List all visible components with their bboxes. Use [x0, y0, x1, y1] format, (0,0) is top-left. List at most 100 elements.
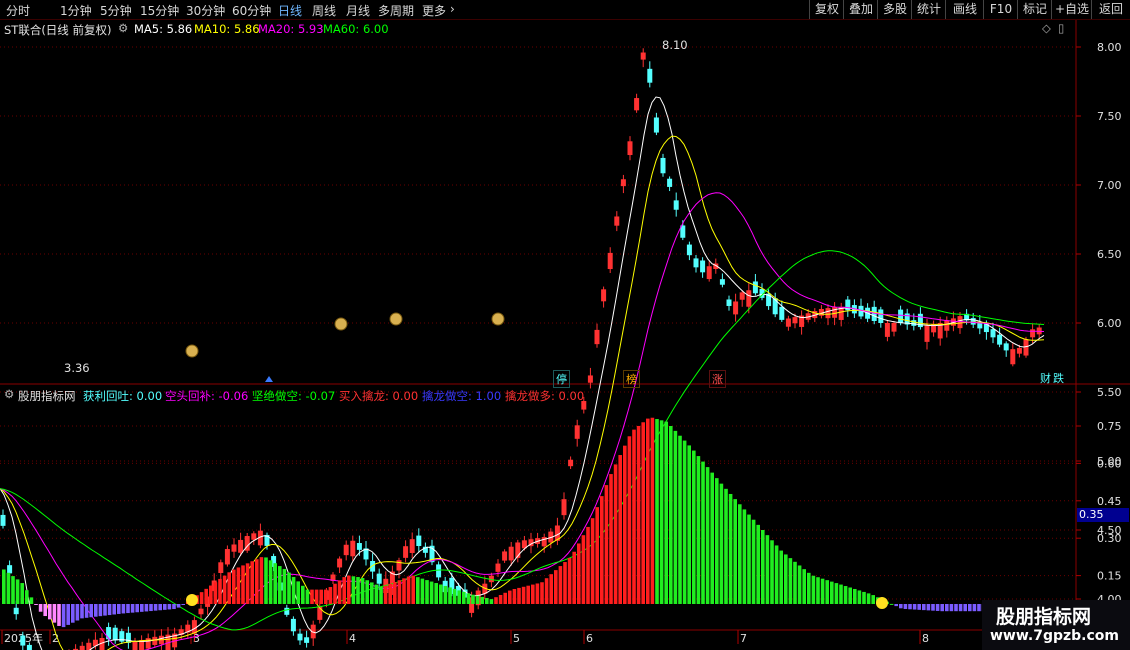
candle-body — [739, 292, 745, 300]
indicator-bar — [788, 558, 793, 604]
candle-body — [614, 216, 620, 226]
indicator-bar — [144, 604, 149, 612]
candle-body — [653, 117, 659, 133]
candle-body — [693, 258, 699, 268]
indicator-bar — [761, 529, 765, 604]
indicator-bar — [586, 526, 590, 604]
indicator-bar — [84, 604, 89, 618]
indicator-bar — [705, 467, 710, 604]
indicator-bar — [604, 485, 609, 604]
candle-body — [106, 627, 112, 640]
indicator-bar — [747, 514, 751, 604]
indicator-bar — [365, 580, 369, 604]
indicator-bar — [903, 604, 908, 610]
candle-body — [997, 334, 1003, 345]
indicator-bar — [563, 562, 567, 604]
ma10-label: MA10: 5.86 — [194, 22, 260, 36]
indicator-bar — [613, 464, 618, 604]
event-tag-halt[interactable]: 停 — [553, 370, 570, 388]
indicator-bar — [673, 430, 678, 604]
watermark: 股朋指标网 www.7gpzb.com — [982, 600, 1130, 650]
kline-chart-canvas[interactable]: 8.007.507.006.506.005.505.004.504.003.50… — [0, 0, 1130, 650]
candle-body — [370, 561, 376, 572]
indicator-bar — [544, 578, 549, 604]
event-tag-rank[interactable]: 榜 — [623, 370, 640, 388]
event-tag-rise[interactable]: 涨 — [709, 370, 726, 388]
indicator-bar — [857, 590, 862, 604]
indicator-bar — [756, 524, 760, 604]
indicator-bar — [935, 604, 940, 611]
indicator-bar — [724, 488, 728, 604]
indicator-bar — [848, 587, 852, 604]
indicator-bar — [793, 561, 797, 604]
indicator-bar — [314, 589, 319, 604]
indicator-bar — [153, 604, 158, 611]
indicator-tick-label: 0.30 — [1097, 532, 1122, 545]
indicator-bar — [517, 587, 521, 604]
candle-body — [660, 157, 666, 174]
watermark-title: 股朋指标网 — [996, 606, 1092, 628]
indicator-bar — [498, 594, 503, 604]
candle-body — [733, 301, 739, 315]
money-bag-icon — [389, 312, 403, 326]
candle-body — [251, 533, 257, 540]
indicator-bar — [471, 594, 475, 604]
indicator-bar — [489, 599, 494, 604]
ma60-line — [0, 250, 1045, 631]
indicator-bar — [572, 551, 576, 604]
indicator-bar — [439, 584, 443, 604]
indicator-bar — [889, 603, 894, 605]
indicator-bar — [521, 586, 526, 604]
candle-body — [587, 375, 593, 383]
indicator-bar — [103, 604, 107, 616]
window-icon[interactable]: ▯ — [1058, 21, 1064, 35]
indicator-bar — [66, 604, 70, 625]
indicator-bar — [420, 578, 425, 604]
indicator-bar — [457, 590, 461, 604]
indicator-bar — [945, 604, 949, 612]
indicator-bar — [15, 579, 20, 604]
indicator-tick-label: 0.45 — [1097, 495, 1122, 508]
indicator-bar — [11, 576, 15, 604]
candle-body — [752, 281, 758, 294]
candle-body — [1016, 347, 1022, 354]
indicator-bar — [218, 578, 222, 604]
candle-body — [376, 573, 382, 584]
indicator-bar — [388, 583, 392, 604]
candle-body — [772, 298, 778, 315]
price-tick-label: 6.00 — [1097, 317, 1122, 330]
indicator-bar — [374, 584, 379, 604]
indicator-bar — [232, 569, 236, 604]
indicator-bar — [531, 584, 535, 604]
indicator-bar — [949, 604, 954, 612]
candle-body — [409, 539, 415, 553]
smiley-icon — [186, 594, 198, 606]
indicator-bar — [38, 604, 43, 612]
indicator-gear-icon[interactable]: ⚙ — [4, 387, 14, 401]
indicator-bar — [301, 585, 305, 604]
indicator-bar — [655, 419, 659, 604]
indicator-bar — [816, 577, 820, 604]
candle-body — [403, 546, 409, 558]
indicator-bar — [370, 582, 374, 604]
settings-gear-icon[interactable]: ⚙ — [118, 21, 128, 35]
indicator-bar — [494, 597, 498, 604]
candle-body — [436, 564, 442, 578]
indicator-bar — [80, 604, 84, 619]
candle-body — [26, 644, 32, 650]
candle-body — [231, 544, 237, 552]
indicator-bar — [291, 576, 296, 604]
indicator-bar — [89, 604, 93, 618]
indicator-bar — [595, 507, 599, 604]
indicator-bar — [356, 577, 360, 604]
ma5-label: MA5: 5.86 — [134, 22, 193, 36]
date-tick-label: 5 — [513, 632, 520, 645]
indicator-bar — [402, 578, 406, 604]
indicator-bar — [917, 604, 921, 610]
diamond-icon[interactable]: ◇ — [1042, 21, 1051, 35]
indicator-bar — [590, 518, 595, 604]
indicator-bar — [972, 604, 977, 612]
indicator-bar — [664, 421, 668, 604]
ma20-label: MA20: 5.93 — [258, 22, 324, 36]
event-tag-fall[interactable]: 跌 — [1051, 370, 1066, 386]
